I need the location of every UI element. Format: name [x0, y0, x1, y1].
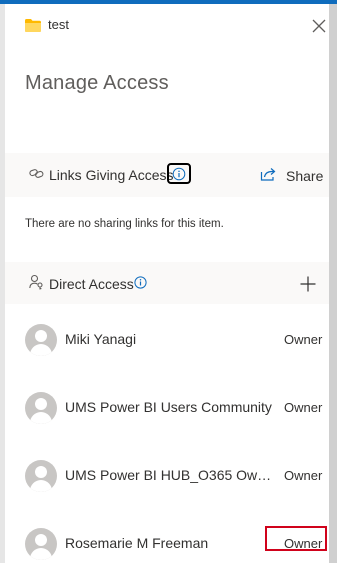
manage-access-panel: test Manage Access Links Giving Access S… [5, 4, 329, 563]
links-giving-access-label: Links Giving Access [49, 167, 174, 183]
list-item[interactable]: UMS Power BI Users Community Owner [5, 389, 329, 429]
person-key-icon [29, 274, 43, 290]
avatar [25, 392, 57, 424]
direct-access-label: Direct Access [49, 276, 134, 292]
info-icon[interactable] [134, 276, 147, 289]
list-item[interactable]: UMS Power BI HUB_O365 Owners Owner [5, 457, 329, 497]
person-name: Miki Yanagi [65, 331, 137, 347]
share-icon [260, 168, 276, 181]
links-giving-access-section: Links Giving Access Share [5, 153, 329, 197]
direct-access-section: Direct Access [5, 262, 329, 304]
page-title: Manage Access [25, 72, 169, 94]
person-role[interactable]: Owner [284, 332, 322, 347]
links-info-button[interactable] [167, 163, 191, 184]
person-name: UMS Power BI HUB_O365 Owners [65, 467, 277, 483]
scrollbar[interactable] [329, 4, 337, 563]
avatar [25, 528, 57, 560]
person-name: Rosemarie M Freeman [65, 535, 209, 551]
close-icon[interactable] [309, 16, 329, 36]
folder-icon [25, 19, 41, 32]
folder-name: test [48, 17, 69, 32]
person-role[interactable]: Owner [284, 468, 322, 483]
info-icon [172, 167, 186, 181]
add-icon[interactable] [299, 275, 317, 293]
person-role[interactable]: Owner [284, 536, 322, 551]
person-role[interactable]: Owner [284, 400, 322, 415]
avatar [25, 324, 57, 356]
avatar [25, 460, 57, 492]
list-item[interactable]: Miki Yanagi Owner [5, 321, 329, 361]
share-button[interactable]: Share [259, 163, 329, 187]
list-item[interactable]: Rosemarie M Freeman Owner [5, 525, 329, 563]
no-links-message: There are no sharing links for this item… [25, 218, 224, 230]
link-icon [29, 169, 44, 178]
person-name: UMS Power BI Users Community [65, 399, 272, 415]
panel-header: test [5, 4, 329, 48]
share-label: Share [286, 168, 324, 184]
